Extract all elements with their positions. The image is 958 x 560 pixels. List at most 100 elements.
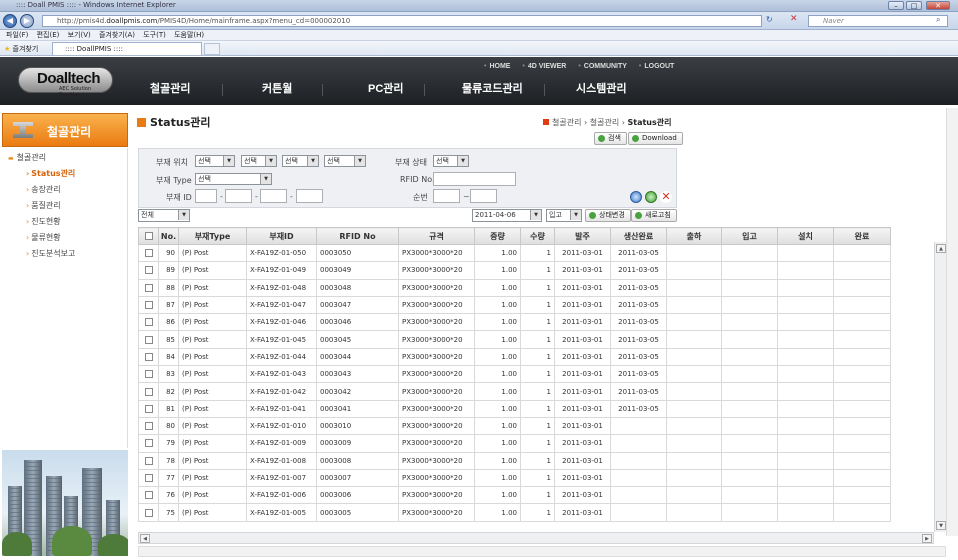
row-checkbox[interactable] bbox=[144, 266, 153, 275]
col-order[interactable]: 발주 bbox=[554, 227, 611, 245]
table-row[interactable]: 85 (P) Post X-FA19Z-01-045 0003045 PX3000*30… bbox=[138, 330, 891, 349]
row-checkbox-cell[interactable] bbox=[138, 278, 159, 297]
row-checkbox[interactable] bbox=[144, 370, 153, 379]
table-row[interactable]: 82 (P) Post X-FA19Z-01-042 0003042 PX3000*30… bbox=[138, 382, 891, 401]
gnb-steel[interactable]: 철골관리 bbox=[150, 80, 190, 96]
refresh-button[interactable]: 새로고침 bbox=[631, 209, 677, 222]
table-row[interactable]: 78 (P) Post X-FA19Z-01-008 0003008 PX3000*30… bbox=[138, 451, 891, 470]
col-receiving[interactable]: 입고 bbox=[721, 227, 778, 245]
row-checkbox-cell[interactable] bbox=[138, 382, 159, 401]
sidebar-item-invoice[interactable]: 송장관리 bbox=[26, 184, 60, 195]
table-row[interactable]: 75 (P) Post X-FA19Z-01-005 0003005 PX3000*30… bbox=[138, 503, 891, 522]
table-row[interactable]: 76 (P) Post X-FA19Z-01-006 0003006 PX3000*30… bbox=[138, 486, 891, 505]
location-select-3[interactable]: 선택 bbox=[282, 155, 319, 167]
scroll-up-icon[interactable]: ▲ bbox=[936, 244, 946, 253]
row-checkbox-cell[interactable] bbox=[138, 434, 159, 453]
table-row[interactable]: 81 (P) Post X-FA19Z-01-041 0003041 PX3000*30… bbox=[138, 399, 891, 418]
row-checkbox-cell[interactable] bbox=[138, 399, 159, 418]
row-checkbox-cell[interactable] bbox=[138, 486, 159, 505]
sidebar-item-logistics[interactable]: 물류현황 bbox=[26, 232, 60, 243]
table-row[interactable]: 89 (P) Post X-FA19Z-01-049 0003049 PX3000*30… bbox=[138, 261, 891, 280]
row-checkbox-cell[interactable] bbox=[138, 243, 159, 263]
table-row[interactable]: 79 (P) Post X-FA19Z-01-009 0003009 PX3000*30… bbox=[138, 434, 891, 453]
back-icon[interactable]: ◀ bbox=[3, 14, 17, 28]
table-row[interactable]: 83 (P) Post X-FA19Z-01-043 0003043 PX3000*30… bbox=[138, 365, 891, 384]
gnb-system[interactable]: 시스템관리 bbox=[576, 80, 627, 96]
4d-viewer-link[interactable]: 4D VIEWER bbox=[522, 63, 566, 70]
browser-search-input[interactable]: Naver bbox=[808, 15, 948, 27]
scroll-down-icon[interactable]: ▼ bbox=[936, 521, 946, 530]
row-checkbox[interactable] bbox=[144, 335, 153, 344]
select-all-cell[interactable] bbox=[138, 227, 159, 245]
row-checkbox-cell[interactable] bbox=[138, 416, 159, 436]
menu-edit[interactable]: 편집(E) bbox=[37, 30, 60, 41]
stop-icon[interactable]: ✕ bbox=[790, 14, 798, 24]
url-field[interactable]: http://pmis4d.doallpmis.com/PMIS4D/Home/… bbox=[42, 15, 762, 27]
row-checkbox[interactable] bbox=[144, 456, 153, 465]
row-checkbox[interactable] bbox=[144, 404, 153, 413]
col-no[interactable]: No. bbox=[158, 227, 179, 245]
row-checkbox-cell[interactable] bbox=[138, 261, 159, 280]
table-row[interactable]: 90 (P) Post X-FA19Z-01-050 0003050 PX3000*30… bbox=[138, 243, 891, 263]
magnifier-icon[interactable] bbox=[630, 191, 642, 203]
breadcrumb-2[interactable]: 철골관리 bbox=[590, 118, 619, 127]
row-checkbox-cell[interactable] bbox=[138, 365, 159, 384]
row-checkbox[interactable] bbox=[144, 318, 153, 327]
row-checkbox-cell[interactable] bbox=[138, 468, 159, 488]
col-shipping[interactable]: 출하 bbox=[666, 227, 722, 245]
col-qty[interactable]: 수량 bbox=[520, 227, 555, 245]
location-select-2[interactable]: 선택 bbox=[241, 155, 277, 167]
menu-favorites[interactable]: 즐겨찾기(A) bbox=[99, 30, 135, 41]
table-row[interactable]: 86 (P) Post X-FA19Z-01-046 0003046 PX3000*30… bbox=[138, 313, 891, 332]
row-checkbox-cell[interactable] bbox=[138, 330, 159, 349]
col-type[interactable]: 부재Type bbox=[178, 227, 247, 245]
rfid-input[interactable] bbox=[433, 172, 516, 186]
col-spec[interactable]: 규격 bbox=[398, 227, 475, 245]
seq-to-input[interactable] bbox=[470, 189, 497, 203]
location-select-4[interactable]: 선택 bbox=[324, 155, 366, 167]
row-checkbox[interactable] bbox=[144, 422, 153, 431]
view-select[interactable]: 전체 bbox=[138, 209, 190, 222]
id-input-4[interactable] bbox=[296, 189, 323, 203]
table-row[interactable]: 88 (P) Post X-FA19Z-01-048 0003048 PX3000*30… bbox=[138, 278, 891, 297]
new-tab-button[interactable] bbox=[204, 43, 220, 55]
row-checkbox-cell[interactable] bbox=[138, 347, 159, 367]
row-checkbox[interactable] bbox=[144, 387, 153, 396]
sidebar-root[interactable]: 철골관리 bbox=[8, 152, 46, 163]
date-select[interactable]: 2011-04-06 bbox=[472, 209, 542, 222]
logout-link[interactable]: LOGOUT bbox=[639, 63, 674, 70]
table-row[interactable]: 77 (P) Post X-FA19Z-01-007 0003007 PX3000*30… bbox=[138, 468, 891, 488]
seq-from-input[interactable] bbox=[433, 189, 460, 203]
search-button[interactable]: 검색 bbox=[594, 132, 627, 145]
page-horizontal-scrollbar[interactable] bbox=[138, 546, 946, 557]
sidebar-item-status[interactable]: Status관리 bbox=[26, 168, 75, 179]
row-checkbox[interactable] bbox=[144, 508, 153, 517]
col-weight[interactable]: 중량 bbox=[474, 227, 521, 245]
table-row[interactable]: 87 (P) Post X-FA19Z-01-047 0003047 PX3000*30… bbox=[138, 295, 891, 315]
row-checkbox[interactable] bbox=[144, 491, 153, 500]
breadcrumb-1[interactable]: 철골관리 bbox=[552, 118, 581, 127]
refresh-icon[interactable]: ↻ bbox=[766, 15, 773, 24]
site-logo[interactable]: Doalltech AEC Solution Provider bbox=[18, 67, 113, 98]
status-select[interactable]: 선택 bbox=[433, 155, 469, 167]
col-rfid[interactable]: RFID No bbox=[316, 227, 399, 245]
row-checkbox[interactable] bbox=[144, 474, 153, 482]
id-input-2[interactable] bbox=[225, 189, 252, 203]
forward-icon[interactable]: ▶ bbox=[20, 14, 34, 28]
col-member-id[interactable]: 부재ID bbox=[246, 227, 317, 245]
gnb-logistics-code[interactable]: 물류코드관리 bbox=[462, 80, 523, 96]
sidebar-item-quality[interactable]: 품질관리 bbox=[26, 200, 60, 211]
state-select[interactable]: 입고 bbox=[546, 209, 582, 222]
col-complete[interactable]: 완료 bbox=[833, 227, 891, 245]
menu-file[interactable]: 파일(F) bbox=[6, 30, 28, 41]
row-checkbox[interactable] bbox=[144, 439, 153, 448]
menu-view[interactable]: 보기(V) bbox=[68, 30, 91, 41]
page-vertical-scrollbar[interactable] bbox=[946, 108, 958, 536]
table-row[interactable]: 84 (P) Post X-FA19Z-01-044 0003044 PX3000*30… bbox=[138, 347, 891, 367]
sidebar-item-progress-report[interactable]: 진도분석보고 bbox=[26, 248, 75, 259]
gnb-pc[interactable]: PC관리 bbox=[368, 80, 404, 96]
id-input-3[interactable] bbox=[260, 189, 287, 203]
row-checkbox-cell[interactable] bbox=[138, 503, 159, 522]
type-select[interactable]: 선택 bbox=[195, 173, 272, 185]
gnb-curtainwall[interactable]: 커튼월 bbox=[262, 80, 292, 96]
